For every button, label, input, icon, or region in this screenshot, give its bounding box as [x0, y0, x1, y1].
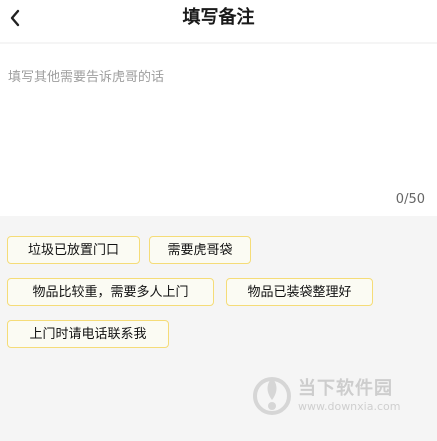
tag-need-bag[interactable]: 需要虎哥袋: [149, 236, 251, 264]
page-title: 填写备注: [182, 7, 255, 28]
watermark-name: 当下软件园: [298, 378, 393, 399]
tag-garbage-at-door[interactable]: 垃圾已放置门口: [7, 236, 140, 264]
note-input[interactable]: [0, 44, 437, 184]
tag-heavy-items[interactable]: 物品比较重，需要多人上门: [7, 278, 214, 306]
chevron-left-icon: [10, 9, 20, 27]
watermark-url: www.downxia.com: [298, 400, 401, 413]
back-button[interactable]: [2, 2, 32, 34]
note-panel: 0/50: [0, 44, 437, 216]
watermark: 当下软件园 www.downxia.com: [248, 372, 428, 420]
header-bar: 填写备注: [0, 0, 437, 42]
tag-call-before-visit[interactable]: 上门时请电话联系我: [7, 320, 169, 348]
char-counter: 0/50: [395, 192, 425, 207]
downxia-logo: [253, 377, 291, 415]
tag-items-bagged[interactable]: 物品已装袋整理好: [226, 278, 373, 306]
